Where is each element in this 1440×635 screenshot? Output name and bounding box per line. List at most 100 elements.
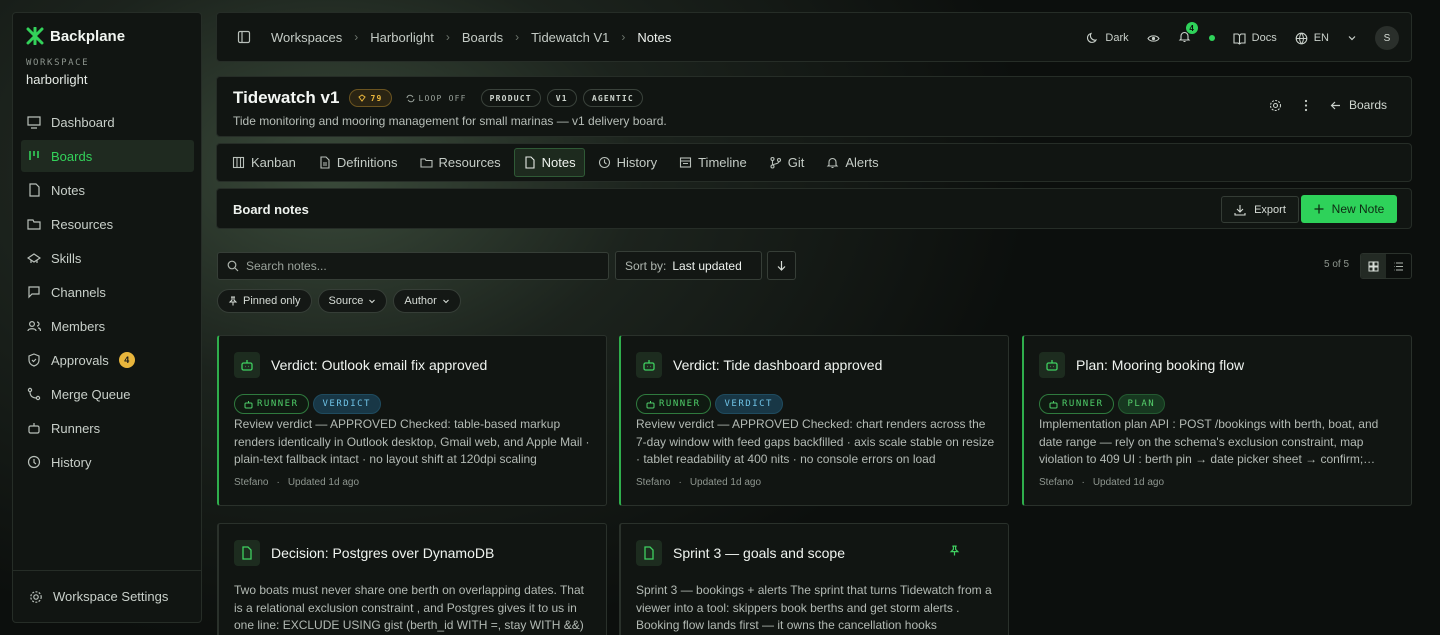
- tab-history[interactable]: History: [589, 148, 666, 177]
- breadcrumb-workspaces[interactable]: Workspaces: [271, 30, 342, 45]
- sidebar-item-label: Skills: [51, 250, 82, 266]
- pin-icon[interactable]: [949, 545, 960, 556]
- verdict-tag: VERDICT: [714, 394, 783, 414]
- search-input[interactable]: [246, 259, 586, 273]
- sidebar-item-skills[interactable]: Skills: [21, 242, 194, 274]
- gear-icon[interactable]: [1269, 99, 1282, 112]
- tab-resources[interactable]: Resources: [411, 148, 510, 177]
- document-icon: [234, 540, 260, 566]
- skills-icon: [27, 253, 41, 263]
- tab-label: Alerts: [845, 155, 879, 170]
- approvals-badge: 4: [118, 352, 135, 368]
- tab-label: History: [616, 155, 658, 170]
- note-body: Implementation plan API : POST /bookings…: [1039, 417, 1379, 466]
- tab-git[interactable]: Git: [760, 148, 814, 177]
- folder-icon: [27, 219, 41, 230]
- arrow-left-icon: [1330, 101, 1340, 109]
- loop-toggle[interactable]: LOOP OFF: [398, 89, 475, 107]
- note-title: Sprint 3 — goals and scope: [673, 545, 845, 561]
- sidebar-nav: Dashboard Boards Notes Resources Skills …: [21, 106, 194, 480]
- sidebar-item-history[interactable]: History: [21, 446, 194, 478]
- note-tags: RUNNER VERDICT: [636, 394, 783, 414]
- note-updated: Updated 1d ago: [689, 477, 761, 488]
- board-title: Tidewatch v1: [233, 88, 340, 107]
- note-card[interactable]: Sprint 3 — goals and scope Sprint 3 — bo…: [619, 523, 1009, 635]
- filter-pinned[interactable]: Pinned only: [217, 289, 312, 313]
- boards-icon: [29, 151, 39, 160]
- workspace-name[interactable]: harborlight: [26, 72, 87, 87]
- sidebar-item-runners[interactable]: Runners: [21, 412, 194, 444]
- theme-label: Dark: [1105, 32, 1129, 44]
- note-body: Two boats must never share one berth on …: [234, 583, 584, 632]
- grid-view-button[interactable]: [1361, 254, 1386, 278]
- board-description: Tide monitoring and mooring management f…: [233, 114, 667, 128]
- sidebar-item-channels[interactable]: Channels: [21, 276, 194, 308]
- docs-link[interactable]: Docs: [1233, 32, 1277, 45]
- note-title-row: Sprint 3 — goals and scope: [636, 540, 845, 566]
- note-author: Stefano: [234, 477, 269, 488]
- chevron-right-icon: ›: [621, 30, 626, 44]
- sidebar-item-approvals[interactable]: Approvals 4: [21, 344, 194, 376]
- robot-icon: [234, 352, 260, 378]
- sidebar-item-merge-queue[interactable]: Merge Queue: [21, 378, 194, 410]
- note-card[interactable]: Plan: Mooring booking flow RUNNER PLAN I…: [1022, 335, 1412, 506]
- note-card[interactable]: Decision: Postgres over DynamoDB Two boa…: [217, 523, 607, 635]
- note-tags: RUNNER VERDICT: [234, 394, 381, 414]
- plan-tag: PLAN: [1117, 394, 1166, 414]
- more-vertical-icon[interactable]: [1304, 99, 1308, 112]
- note-card[interactable]: Verdict: Tide dashboard approved RUNNER …: [619, 335, 1009, 506]
- sidebar-item-resources[interactable]: Resources: [21, 208, 194, 240]
- note-title: Plan: Mooring booking flow: [1076, 357, 1245, 373]
- tab-timeline[interactable]: Timeline: [670, 148, 756, 177]
- tab-definitions[interactable]: Definitions: [309, 148, 407, 177]
- backplane-logo-icon: [26, 27, 44, 45]
- robot-icon: [244, 400, 253, 408]
- loop-icon: [406, 94, 414, 102]
- sidebar-item-members[interactable]: Members: [21, 310, 194, 342]
- brand[interactable]: Backplane: [26, 27, 125, 45]
- eye-icon[interactable]: [1147, 32, 1160, 45]
- sidebar: Backplane WORKSPACE harborlight Dashboar…: [12, 12, 202, 623]
- sidebar-item-boards[interactable]: Boards: [21, 140, 194, 172]
- filter-author[interactable]: Author: [393, 289, 461, 313]
- note-card[interactable]: Verdict: Outlook email fix approved RUNN…: [217, 335, 607, 506]
- sidebar-item-notes[interactable]: Notes: [21, 174, 194, 206]
- sidebar-item-dashboard[interactable]: Dashboard: [21, 106, 194, 138]
- tab-notes[interactable]: Notes: [513, 148, 585, 177]
- new-note-button[interactable]: New Note: [1301, 195, 1397, 223]
- sort-value: Last updated: [672, 258, 742, 273]
- breadcrumb-boards[interactable]: Boards: [462, 30, 503, 45]
- workspace-settings-button[interactable]: Workspace Settings: [13, 570, 201, 622]
- notifications-button[interactable]: 4: [1178, 22, 1198, 46]
- export-button[interactable]: Export: [1221, 196, 1299, 223]
- workspace-label: WORKSPACE: [26, 58, 90, 68]
- back-to-boards-link[interactable]: Boards: [1330, 98, 1387, 112]
- sort-direction-button[interactable]: [767, 251, 796, 280]
- chevron-right-icon: ›: [354, 30, 359, 44]
- filter-source[interactable]: Source: [317, 289, 388, 313]
- theme-toggle[interactable]: Dark: [1087, 32, 1129, 44]
- avatar[interactable]: S: [1375, 26, 1399, 50]
- meta-separator: ·: [276, 477, 280, 488]
- chevron-down-icon[interactable]: [1347, 33, 1357, 43]
- tab-label: Resources: [438, 155, 501, 170]
- sidebar-toggle-icon[interactable]: [237, 30, 251, 44]
- plus-icon: [1314, 204, 1324, 214]
- filter-bar: Pinned only Source Author: [217, 289, 461, 313]
- export-label: Export: [1254, 203, 1286, 216]
- tab-kanban[interactable]: Kanban: [223, 148, 305, 177]
- note-meta: Stefano · Updated 1d ago: [234, 477, 359, 488]
- moon-icon: [1087, 32, 1098, 43]
- sidebar-item-label: Approvals: [51, 352, 109, 368]
- list-view-button[interactable]: [1386, 254, 1411, 278]
- git-icon: [770, 156, 781, 169]
- document-icon: [320, 156, 330, 169]
- tab-alerts[interactable]: Alerts: [817, 148, 887, 177]
- robot-icon: [646, 400, 655, 408]
- breadcrumb-board[interactable]: Tidewatch V1: [531, 30, 609, 45]
- language-select[interactable]: EN: [1295, 32, 1329, 45]
- sort-select[interactable]: Sort by: Last updated: [615, 251, 762, 280]
- download-icon: [1234, 204, 1246, 216]
- breadcrumb-harborlight[interactable]: Harborlight: [370, 30, 434, 45]
- note-title: Verdict: Tide dashboard approved: [673, 357, 883, 373]
